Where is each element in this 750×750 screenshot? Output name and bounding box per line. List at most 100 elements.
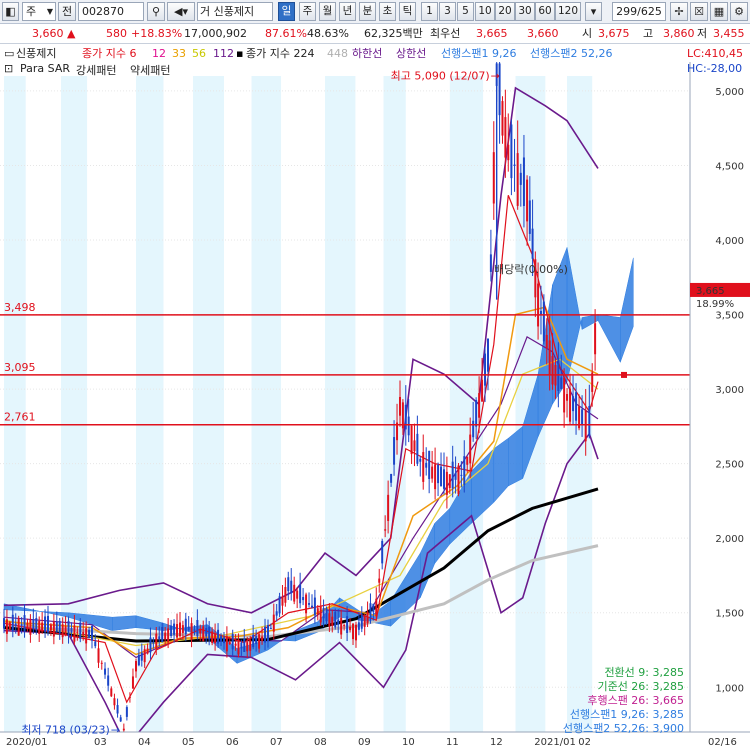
candle-body bbox=[334, 611, 337, 628]
candle-body bbox=[337, 619, 340, 625]
chart-menu-icon[interactable]: ◧ bbox=[2, 2, 19, 21]
tab-month[interactable]: 월 bbox=[319, 2, 336, 21]
x-tick-label: 02 bbox=[578, 737, 591, 748]
x-tick-label: 2021/01 bbox=[534, 737, 576, 748]
tab-year[interactable]: 년 bbox=[339, 2, 356, 21]
legend-ma448[interactable]: 448 bbox=[327, 45, 348, 63]
tab-tick[interactable]: 틱 bbox=[399, 2, 416, 21]
crosshair-icon[interactable]: ✢ bbox=[670, 2, 688, 21]
grid-icon[interactable]: ▦ bbox=[710, 2, 728, 21]
legend-ma33[interactable]: 33 bbox=[172, 45, 186, 63]
tab-week[interactable]: 주 bbox=[299, 2, 316, 21]
candle-body bbox=[357, 622, 360, 630]
candle-body bbox=[205, 627, 208, 637]
candle-body bbox=[513, 164, 516, 166]
candle-body bbox=[563, 377, 566, 413]
minute-option[interactable]: 3 bbox=[439, 2, 456, 21]
candle-body bbox=[199, 628, 202, 634]
volume: 17,000,902 bbox=[184, 27, 247, 40]
stock-code-input[interactable]: 002870 bbox=[78, 2, 144, 21]
legend-ma56[interactable]: 56 bbox=[192, 45, 206, 63]
legend-lower-limit[interactable]: 하한선 bbox=[352, 45, 382, 63]
candle-body bbox=[445, 471, 448, 495]
candle-body bbox=[113, 698, 116, 706]
candle-body bbox=[584, 410, 587, 442]
candle-body bbox=[88, 629, 91, 638]
market-type-select[interactable]: 주 ▼ bbox=[22, 2, 56, 21]
period-dropdown-icon[interactable]: ▾ bbox=[585, 2, 602, 21]
cloud-segment bbox=[493, 437, 509, 504]
candle-body bbox=[519, 172, 522, 185]
legend-ma12[interactable]: 12 bbox=[152, 45, 166, 63]
candle-body bbox=[526, 179, 529, 222]
candle-body bbox=[448, 474, 451, 488]
minute-option[interactable]: 5 bbox=[457, 2, 474, 21]
candle-body bbox=[416, 433, 419, 464]
tab-day[interactable]: 일 bbox=[278, 2, 295, 21]
candle-body bbox=[572, 396, 575, 412]
legend-ma224[interactable]: 종가 지수 224 bbox=[246, 45, 314, 63]
legend-upper-limit[interactable]: 상한선 bbox=[396, 45, 426, 63]
candle-body bbox=[231, 633, 234, 650]
candle-body bbox=[510, 124, 513, 179]
prev-button[interactable]: 전 bbox=[58, 2, 76, 21]
search-icon[interactable]: ⚲ bbox=[147, 2, 165, 21]
candle-body bbox=[522, 157, 525, 207]
candle-body bbox=[217, 629, 220, 644]
price-chart[interactable]: 3,498 3,095 2,761 1,000 1,500 2,000 2,500 3,00… bbox=[0, 62, 750, 750]
candle-body bbox=[79, 622, 82, 639]
legend-weak-pattern[interactable]: 약세패턴 bbox=[130, 62, 170, 78]
tab-second[interactable]: 초 bbox=[379, 2, 396, 21]
candle-body bbox=[179, 622, 181, 637]
candle-body bbox=[440, 466, 443, 487]
candle-body bbox=[58, 620, 61, 634]
candle-body bbox=[516, 153, 519, 206]
legend-ma6[interactable]: 종가 지수 6 bbox=[82, 45, 136, 63]
candle-body bbox=[152, 642, 155, 644]
minute-option[interactable]: 120 bbox=[555, 2, 581, 21]
candle-body bbox=[457, 465, 460, 495]
legend-ma112[interactable]: 112 bbox=[213, 45, 234, 63]
speaker-icon[interactable]: ◀▾ bbox=[167, 2, 195, 21]
x-tick-label: 07 bbox=[270, 737, 283, 748]
candle-body bbox=[211, 631, 214, 644]
candle-body bbox=[375, 598, 378, 617]
candle-body bbox=[484, 353, 487, 386]
checkbox-icon[interactable]: ☒ bbox=[690, 2, 708, 21]
legend-span1[interactable]: 선행스팬1 9,26 bbox=[441, 45, 516, 63]
candle-body bbox=[366, 611, 369, 624]
candle-body bbox=[331, 616, 334, 627]
legend-para-sar[interactable]: Para SAR bbox=[20, 62, 70, 75]
ichimoku-lagging: 후행스팬 26: 3,665 bbox=[587, 694, 684, 707]
candle-body bbox=[122, 728, 125, 731]
legend-strong-pattern[interactable]: 강세패턴 bbox=[76, 62, 116, 78]
candle-body bbox=[252, 634, 255, 648]
volume-ratio: 87.61% bbox=[265, 27, 307, 40]
tab-minute[interactable]: 분 bbox=[359, 2, 376, 21]
minute-option[interactable]: 20 bbox=[495, 2, 515, 21]
minute-option[interactable]: 1 bbox=[421, 2, 438, 21]
x-tick-label: 05 bbox=[182, 737, 195, 748]
candle-body bbox=[64, 626, 67, 636]
candle-body bbox=[140, 652, 143, 661]
low-label: 저 bbox=[697, 27, 708, 40]
settings-icon[interactable]: ⚙ bbox=[730, 2, 748, 21]
candle-body bbox=[146, 648, 149, 654]
candle-body bbox=[237, 639, 240, 655]
cloud-segment bbox=[112, 615, 137, 631]
x-tick-label: 02/16 bbox=[708, 737, 737, 748]
x-tick-label: 2020/01 bbox=[6, 737, 48, 748]
minute-option[interactable]: 60 bbox=[535, 2, 555, 21]
candle-body bbox=[214, 633, 217, 644]
candle-body bbox=[143, 649, 146, 663]
candle-body bbox=[545, 334, 548, 349]
candle-body bbox=[384, 529, 387, 531]
candle-body bbox=[507, 144, 510, 161]
candle-body bbox=[293, 584, 296, 602]
legend-span2[interactable]: 선행스팬2 52,26 bbox=[530, 45, 612, 63]
stock-name-field[interactable]: 거 신풍제지 bbox=[197, 2, 273, 21]
minute-option[interactable]: 30 bbox=[515, 2, 535, 21]
minute-option[interactable]: 10 bbox=[475, 2, 495, 21]
candle-body bbox=[399, 396, 401, 416]
candle-body bbox=[531, 228, 534, 259]
